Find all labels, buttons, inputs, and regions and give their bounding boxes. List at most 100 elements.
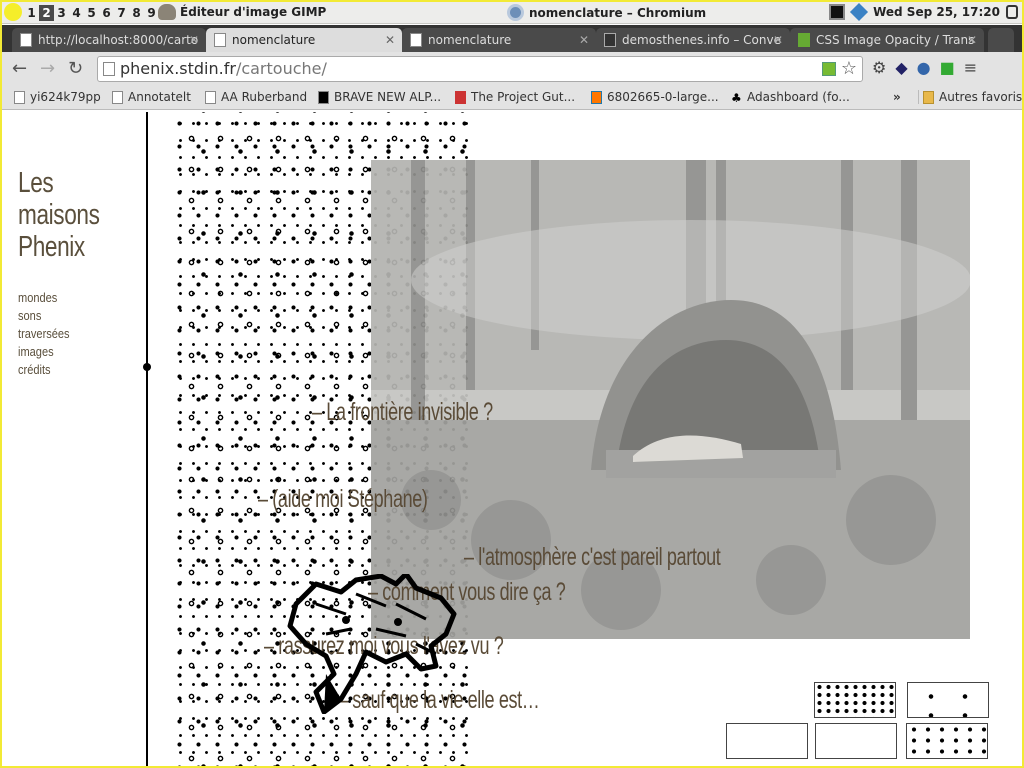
back-arrow-icon[interactable]: ← (12, 58, 27, 79)
page-icon (20, 33, 32, 47)
url-path: /cartouche/ (235, 59, 327, 78)
folder-icon (923, 90, 934, 104)
css-site-icon (798, 33, 810, 47)
bookmark-item[interactable]: AA Ruberband (205, 90, 307, 104)
workspace-switcher: 1 2 3 4 5 6 7 8 9 (24, 5, 159, 21)
nav-traversees[interactable]: traversées (18, 325, 70, 343)
bookmark-label: Annotatelt (128, 90, 191, 104)
thumbnail-scattered-dots[interactable] (906, 723, 988, 759)
workspace-2[interactable]: 2 (39, 5, 54, 21)
close-tab-icon[interactable]: ✕ (385, 28, 395, 52)
new-tab-button[interactable] (988, 28, 1014, 52)
bookmarks-overflow-button[interactable]: » (893, 90, 901, 104)
gimp-icon (158, 4, 176, 20)
close-tab-icon[interactable]: ✕ (967, 28, 977, 52)
workspace-4[interactable]: 4 (69, 5, 84, 21)
system-tray: Wed Sep 25, 17:20 (829, 2, 1018, 22)
web-page: Les maisons Phenix mondes sons traversée… (2, 112, 1022, 766)
bookmark-item[interactable]: 6802665-0-large... (591, 90, 719, 104)
bookmark-label: 6802665-0-large... (607, 90, 719, 104)
bookmark-star-icon[interactable]: ☆ (841, 57, 857, 81)
page-icon (112, 90, 123, 104)
workspace-1[interactable]: 1 (24, 5, 39, 21)
tab-css-opacity[interactable]: CSS Image Opacity / Trans ✕ (790, 28, 984, 52)
site-title-line: maisons (18, 199, 100, 231)
phrase[interactable]: – (aide moi Stéphane) (258, 485, 428, 514)
nav-images[interactable]: images (18, 343, 70, 361)
forward-arrow-icon[interactable]: → (40, 58, 55, 79)
address-bar[interactable]: phenix.stdin.fr/cartouche/ ☆ (97, 56, 863, 82)
tab-nomenclature-active[interactable]: nomenclature ✕ (206, 28, 402, 52)
tab-nomenclature[interactable]: nomenclature ✕ (402, 28, 596, 52)
site-title-line: Les (18, 167, 54, 199)
page-icon (205, 90, 216, 104)
other-bookmarks-label: Autres favoris (939, 90, 1023, 104)
clock[interactable]: Wed Sep 25, 17:20 (873, 5, 1000, 19)
bookmark-item[interactable]: Annotatelt (112, 90, 191, 104)
close-tab-icon[interactable]: ✕ (189, 28, 199, 52)
extension-icons: ⚙ ◆ ● ■ ≡ (872, 58, 977, 77)
battery-icon[interactable] (1006, 5, 1018, 19)
tab-label: demosthenes.info – Conve (622, 33, 781, 47)
bookmark-item[interactable]: The Project Gut... (455, 90, 575, 104)
bookmark-item[interactable]: yi624k79pp (14, 90, 101, 104)
close-tab-icon[interactable]: ✕ (773, 28, 783, 52)
nav-credits[interactable]: crédits (18, 361, 70, 379)
dashboard-icon: ♣ (731, 90, 742, 105)
other-bookmarks[interactable]: Autres favoris (918, 90, 1022, 104)
puzzle-icon[interactable]: ■ (940, 58, 955, 77)
timeline-handle[interactable] (143, 363, 151, 371)
cat-sketch-illustration (287, 574, 457, 714)
browser-toolbar: ← → ↻ phenix.stdin.fr/cartouche/ ☆ ⚙ ◆ ●… (2, 52, 1022, 86)
page-icon (214, 33, 226, 47)
tab-localhost[interactable]: http://localhost:8000/carto ✕ (12, 28, 206, 52)
page-icon (103, 62, 115, 76)
tab-demosthenes[interactable]: demosthenes.info – Conve ✕ (596, 28, 790, 52)
bookmark-item[interactable]: ♣ Adashboard (fo... (731, 90, 850, 105)
gutenberg-icon (455, 90, 466, 104)
reload-icon[interactable]: ↻ (68, 58, 83, 79)
tab-label: CSS Image Opacity / Trans (816, 33, 975, 47)
bookmark-item[interactable]: BRAVE NEW ALP... (318, 90, 441, 104)
gear-icon[interactable]: ⚙ (872, 58, 886, 77)
site-title[interactable]: Les maisons Phenix (18, 167, 100, 263)
phrase[interactable]: – La frontière invisible ? (312, 398, 493, 427)
timeline-line (146, 112, 148, 766)
workspace-7[interactable]: 7 (114, 5, 129, 21)
tab-label: http://localhost:8000/carto (38, 33, 199, 47)
dropbox-icon[interactable] (850, 2, 869, 22)
nav-sons[interactable]: sons (18, 307, 70, 325)
brave-icon (318, 90, 329, 104)
bookmark-label: AA Ruberband (221, 90, 308, 104)
thumbnail-sparse-dots[interactable] (907, 682, 989, 718)
tab-strip: http://localhost:8000/carto ✕ nomenclatu… (2, 25, 1022, 52)
workspace-3[interactable]: 3 (54, 5, 69, 21)
taskbar-chromium[interactable]: nomenclature – Chromium (507, 4, 706, 21)
nav-mondes[interactable]: mondes (18, 289, 70, 307)
bookmark-label: Adashboard (fo... (747, 90, 850, 104)
url-host: phenix.stdin.fr (120, 59, 236, 78)
chromium-title: nomenclature – Chromium (529, 5, 707, 20)
workspace-8[interactable]: 8 (129, 5, 144, 21)
workspace-9[interactable]: 9 (144, 5, 159, 21)
extension-icon[interactable]: ◆ (895, 58, 907, 77)
screen: 1 2 3 4 5 6 7 8 9 Éditeur d'image GIMP n… (0, 0, 1024, 768)
hamburger-menu-icon[interactable]: ≡ (964, 58, 977, 77)
notification-icon[interactable]: ● (917, 58, 931, 77)
workspace-5[interactable]: 5 (84, 5, 99, 21)
desktop-top-panel: 1 2 3 4 5 6 7 8 9 Éditeur d'image GIMP n… (2, 2, 1022, 24)
terminal-icon[interactable] (829, 4, 846, 20)
bookmark-label: The Project Gut... (471, 90, 576, 104)
close-tab-icon[interactable]: ✕ (579, 28, 589, 52)
gimp-title: Éditeur d'image GIMP (180, 5, 327, 19)
thumbnail-blank[interactable] (726, 723, 808, 759)
demosthenes-icon (604, 33, 616, 47)
site-nav: mondes sons traversées images crédits (18, 289, 70, 379)
thumbnail-blank[interactable] (815, 723, 897, 759)
taskbar-gimp[interactable]: Éditeur d'image GIMP (158, 4, 326, 20)
rss-icon[interactable] (822, 62, 836, 76)
thumbnail-dense-dots[interactable] (814, 682, 896, 718)
system-menu-icon[interactable] (4, 3, 22, 21)
phrase[interactable]: – l'atmosphère c'est pareil partout (464, 543, 721, 572)
workspace-6[interactable]: 6 (99, 5, 114, 21)
